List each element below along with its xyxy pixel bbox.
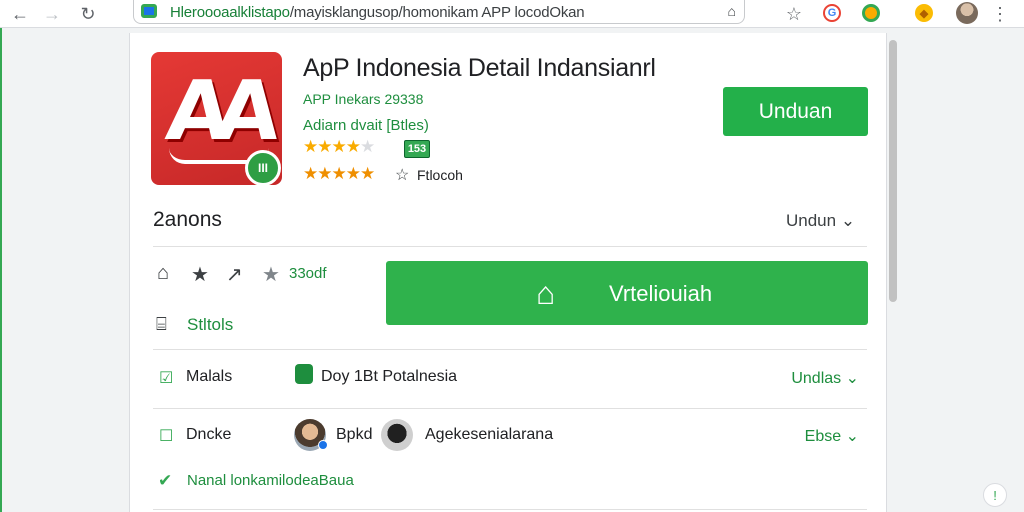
profile-avatar[interactable] — [956, 2, 978, 24]
site-favicon — [141, 4, 157, 18]
info-icon[interactable]: ! — [983, 483, 1007, 507]
rating-stars-secondary: ★★★★★ — [303, 164, 375, 183]
reviews-label[interactable]: Ftlocoh — [417, 167, 463, 183]
chat-icon — [295, 364, 313, 384]
row-value-secondary: Agekesenialarana — [425, 426, 554, 443]
category-link[interactable]: Adiarn dvait [Btles) — [303, 117, 429, 134]
extension-icon[interactable] — [862, 4, 880, 22]
url-text[interactable]: Hleroooaalklistapo/mayisklangusop/homoni… — [170, 4, 585, 21]
section-heading: 2anons — [153, 208, 222, 231]
row-label: Dncke — [186, 426, 232, 443]
reload-icon[interactable]: ↻ — [76, 2, 100, 26]
home-icon[interactable]: ⌂ — [157, 262, 169, 285]
shield-extension-icon[interactable]: ◆ — [915, 4, 933, 22]
checkbox-icon: ☐ — [159, 428, 174, 445]
back-icon[interactable]: ← — [8, 2, 32, 26]
bookmark-star-icon[interactable]: ☆ — [782, 2, 806, 26]
divider — [153, 349, 867, 350]
share-icon[interactable]: ↗ — [226, 262, 243, 287]
app-icon: AA III — [151, 52, 282, 185]
google-icon[interactable]: G — [823, 4, 841, 22]
cart-icon: ⌸ — [156, 314, 167, 334]
divider — [153, 408, 867, 409]
divider — [153, 509, 867, 510]
install-button[interactable]: Unduan — [723, 87, 868, 136]
developer-link[interactable]: APP Inekars 29338 — [303, 91, 423, 107]
row-action[interactable]: Undlas ⌄ — [791, 368, 859, 388]
checkbox-icon: ☑ — [159, 370, 174, 387]
list-item[interactable]: ☐ Dncke Bpkd Agekesenialarana Ebse ⌄ — [153, 414, 867, 458]
kebab-menu-icon[interactable]: ⋮ — [988, 2, 1012, 26]
divider — [153, 246, 867, 247]
stats-link[interactable]: Stltols — [187, 315, 233, 335]
footer-link[interactable]: Nanal lonkamilodeaBaua — [187, 472, 354, 489]
forward-icon[interactable]: → — [40, 2, 64, 26]
primary-action-label: Vrteliouiah — [609, 281, 713, 306]
row-value: Doy 1Bt Potalnesia — [321, 368, 458, 385]
app-icon-badge: III — [245, 150, 281, 185]
checkmark-icon: ✔ — [158, 471, 173, 490]
avatar[interactable] — [381, 419, 413, 451]
app-icon-letters: AA — [162, 64, 271, 159]
star-small-icon[interactable]: ★ — [262, 262, 280, 287]
section-dropdown[interactable]: Undun ⌄ — [786, 211, 855, 231]
primary-action-button[interactable]: ⌂ Vrteliouiah — [386, 261, 868, 325]
rating-stars: ★★★★★ — [303, 137, 375, 156]
star-icon[interactable]: ★ — [191, 262, 209, 287]
row-action[interactable]: Ebse ⌄ — [805, 426, 859, 446]
star-outline-icon[interactable]: ☆ — [395, 165, 409, 185]
verified-icon — [318, 440, 328, 450]
browser-toolbar: ← → ↻ Hleroooaalklistapo/mayisklangusop/… — [0, 0, 1024, 28]
scrollbar[interactable] — [889, 40, 897, 302]
list-item[interactable]: ☑ Malals Doy 1Bt Potalnesia Undlas ⌄ — [153, 356, 867, 400]
age-rating-badge: 153 — [404, 140, 430, 158]
left-accent-line — [0, 28, 2, 512]
app-title: ApP Indonesia Detail Indansianrl — [303, 54, 656, 82]
row-value: Bpkd — [336, 426, 373, 443]
home-outline-icon: ⌂ — [536, 275, 556, 311]
address-bar[interactable]: Hleroooaalklistapo/mayisklangusop/homoni… — [133, 0, 745, 24]
row-label: Malals — [186, 368, 233, 385]
rating-text: 33odf — [289, 265, 327, 282]
location-pin-icon[interactable]: ⌂ — [728, 3, 736, 19]
